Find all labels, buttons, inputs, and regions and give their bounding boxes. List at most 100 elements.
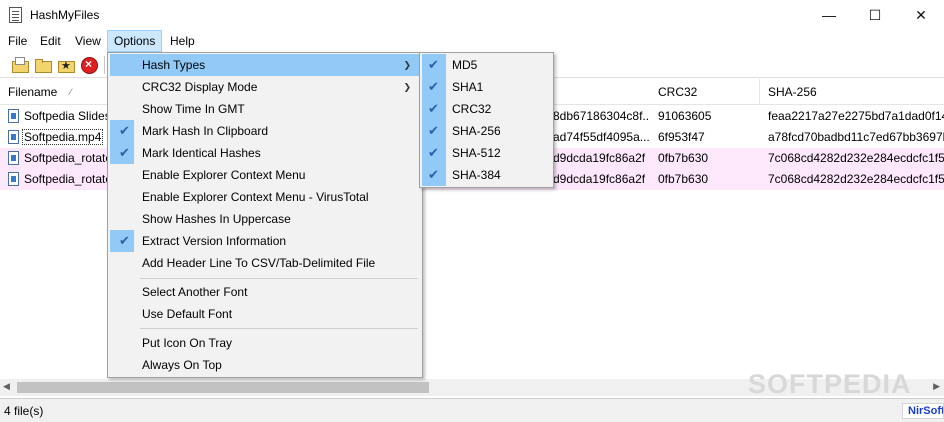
close-button[interactable]: ✕ xyxy=(898,0,944,30)
submenu-item-sha-384[interactable]: ✔ SHA-384 xyxy=(422,164,551,186)
menu-item-label: Mark Hash In Clipboard xyxy=(142,124,269,138)
column-header-crc32[interactable]: CRC32 xyxy=(650,79,760,105)
submenu-item-label: SHA-256 xyxy=(452,124,501,138)
options-menu: Hash Types ❯ CRC32 Display Mode ❯ Show T… xyxy=(107,52,423,378)
column-header-sha256[interactable]: SHA-256 xyxy=(760,79,944,105)
crc32-cell: 91063605 xyxy=(658,109,712,123)
file-icon xyxy=(8,172,19,186)
menu-item-use-default-font[interactable]: Use Default Font xyxy=(110,303,420,325)
crc32-cell: 6f953f47 xyxy=(658,130,705,144)
menu-edit[interactable]: Edit xyxy=(34,30,67,52)
scroll-right-icon[interactable]: ▶ xyxy=(933,381,940,392)
scroll-left-icon[interactable]: ◀ xyxy=(3,381,10,392)
menu-item-put-icon-on-tray[interactable]: Put Icon On Tray xyxy=(110,332,420,354)
menu-item-always-on-top[interactable]: Always On Top xyxy=(110,354,420,376)
menu-view[interactable]: View xyxy=(69,30,107,52)
menu-item-show-time-in-gmt[interactable]: Show Time In GMT xyxy=(110,98,420,120)
checkmark-icon: ✔ xyxy=(119,123,130,138)
menu-item-mark-identical-hashes[interactable]: ✔ Mark Identical Hashes xyxy=(110,142,420,164)
md5-cell: ad74f55df4095a... xyxy=(553,130,649,144)
crc32-cell: 0fb7b630 xyxy=(658,172,709,186)
checkmark-icon: ✔ xyxy=(428,101,439,116)
submenu-item-sha1[interactable]: ✔ SHA1 xyxy=(422,76,551,98)
x-icon: × xyxy=(85,57,93,71)
watermark: SOFTPEDIA xyxy=(748,369,912,399)
submenu-item-sha-256[interactable]: ✔ SHA-256 xyxy=(422,120,551,142)
maximize-button[interactable]: ☐ xyxy=(852,0,898,30)
app-icon xyxy=(9,7,22,23)
submenu-item-md5[interactable]: ✔ MD5 xyxy=(422,54,551,76)
open-folder-icon[interactable] xyxy=(11,56,29,74)
menu-item-mark-hash-in-clipboard[interactable]: ✔ Mark Hash In Clipboard xyxy=(110,120,420,142)
menu-item-add-header-line[interactable]: Add Header Line To CSV/Tab-Delimited Fil… xyxy=(110,252,420,274)
status-bar: 4 file(s) NirSoft xyxy=(0,398,944,422)
submenu-item-label: SHA1 xyxy=(452,80,484,94)
menu-item-enable-explorer-context-menu[interactable]: Enable Explorer Context Menu xyxy=(110,164,420,186)
menu-item-crc32-display-mode[interactable]: CRC32 Display Mode ❯ xyxy=(110,76,420,98)
checkmark-icon: ✔ xyxy=(428,167,439,182)
sha256-cell: 7c068cd4282d232e284ecdcfc1f51 xyxy=(768,151,944,165)
menu-item-label: Put Icon On Tray xyxy=(142,336,233,350)
menu-item-label: Show Hashes In Uppercase xyxy=(142,212,291,226)
menu-options[interactable]: Options xyxy=(107,30,163,52)
sha256-cell: feaa2217a27e2275bd7a1dad0f14d xyxy=(768,109,944,123)
folder-icon[interactable] xyxy=(34,56,52,74)
file-icon xyxy=(8,109,19,123)
star-folder-icon[interactable]: ★ xyxy=(57,56,75,74)
menu-item-label: Add Header Line To CSV/Tab-Delimited Fil… xyxy=(142,256,376,270)
menu-help[interactable]: Help xyxy=(164,30,201,52)
sort-indicator-icon: ⁄ xyxy=(70,87,72,97)
scrollbar-thumb[interactable] xyxy=(17,382,429,393)
window-title: HashMyFiles xyxy=(30,8,100,22)
sha256-cell: a78fcd70badbd11c7ed67bb3697b xyxy=(768,130,944,144)
menu-item-label: CRC32 Display Mode xyxy=(142,80,258,94)
menu-item-show-hashes-in-uppercase[interactable]: Show Hashes In Uppercase xyxy=(110,208,420,230)
menu-item-label: Enable Explorer Context Menu - VirusTota… xyxy=(142,190,369,204)
nirsoft-link[interactable]: NirSoft xyxy=(902,403,944,419)
menu-item-extract-version-information[interactable]: ✔ Extract Version Information xyxy=(110,230,420,252)
menu-item-select-another-font[interactable]: Select Another Font xyxy=(110,281,420,303)
md5-cell: d9dcda19fc86a2f xyxy=(553,172,646,186)
checkmark-icon: ✔ xyxy=(428,57,439,72)
toolbar-separator xyxy=(104,56,105,74)
md5-cell: d9dcda19fc86a2f xyxy=(553,151,646,165)
star-icon: ★ xyxy=(61,60,71,72)
menu-item-label: Use Default Font xyxy=(142,307,233,321)
submenu-arrow-icon: ❯ xyxy=(403,60,411,70)
menu-item-label: Mark Identical Hashes xyxy=(142,146,261,160)
md5-cell: 8db67186304c8f... xyxy=(553,109,649,123)
file-icon xyxy=(8,151,19,165)
submenu-item-label: CRC32 xyxy=(452,102,492,116)
submenu-item-label: SHA-512 xyxy=(452,146,501,160)
submenu-item-label: MD5 xyxy=(452,58,478,72)
title-bar: HashMyFiles — ☐ ✕ xyxy=(0,0,944,30)
menu-item-enable-explorer-context-menu-virustotal[interactable]: Enable Explorer Context Menu - VirusTota… xyxy=(110,186,420,208)
filename-text: Softpedia.mp4 xyxy=(22,129,104,145)
checkmark-icon: ✔ xyxy=(119,145,130,160)
filename-cell: Softpedia.mp4 xyxy=(22,127,106,148)
checkmark-icon: ✔ xyxy=(119,233,130,248)
submenu-item-sha-512[interactable]: ✔ SHA-512 xyxy=(422,142,551,164)
hash-types-submenu: ✔ MD5 ✔ SHA1 ✔ CRC32 ✔ SHA-256 ✔ SHA-512… xyxy=(419,52,554,188)
menu-item-label: Always On Top xyxy=(142,358,222,372)
file-icon xyxy=(8,130,19,144)
sha256-cell: 7c068cd4282d232e284ecdcfc1f51 xyxy=(768,172,944,186)
menu-item-label: Show Time In GMT xyxy=(142,102,245,116)
menu-bar: File Edit View Options Help xyxy=(0,30,944,52)
column-header-label: Filename xyxy=(8,85,58,99)
menu-item-label: Enable Explorer Context Menu xyxy=(142,168,306,182)
menu-separator xyxy=(140,278,418,279)
menu-item-label: Select Another Font xyxy=(142,285,248,299)
menu-file[interactable]: File xyxy=(2,30,33,52)
filename-cell: Softpedia_rotate xyxy=(24,172,108,186)
submenu-item-crc32[interactable]: ✔ CRC32 xyxy=(422,98,551,120)
column-header-filename[interactable]: Filename ⁄ xyxy=(0,79,110,105)
menu-separator xyxy=(140,328,418,329)
checkmark-icon: ✔ xyxy=(428,145,439,160)
submenu-item-label: SHA-384 xyxy=(452,168,501,182)
checkmark-icon: ✔ xyxy=(428,79,439,94)
menu-item-hash-types[interactable]: Hash Types ❯ xyxy=(110,54,420,76)
menu-item-label: Extract Version Information xyxy=(142,234,287,248)
minimize-button[interactable]: — xyxy=(806,0,852,30)
stop-icon[interactable]: × xyxy=(80,56,98,74)
